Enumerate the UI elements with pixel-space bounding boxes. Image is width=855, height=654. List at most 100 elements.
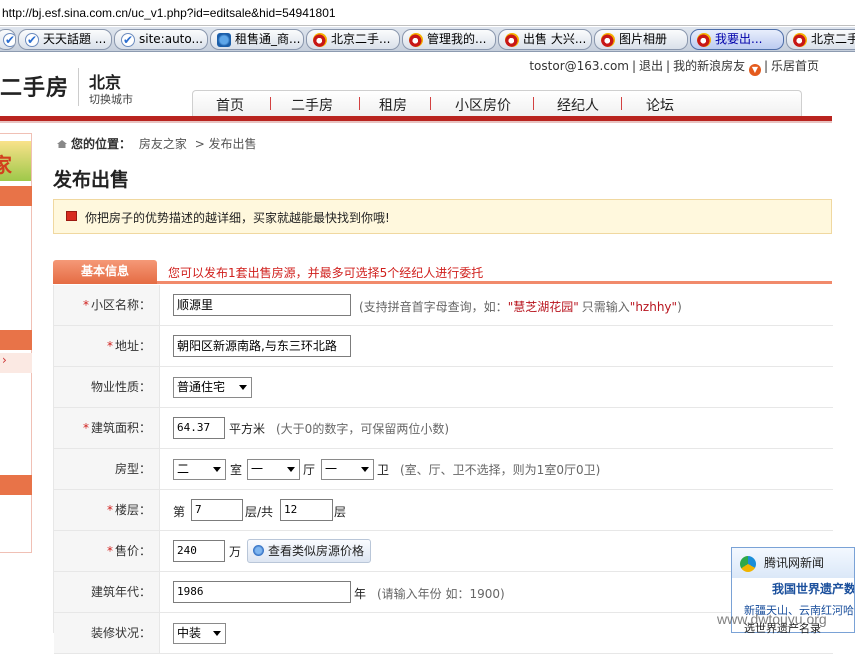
floor-prefix: 第 (173, 505, 186, 519)
popup-headline[interactable]: 我国世界遗产数 (732, 580, 854, 597)
browser-tab-label: 租售通_商... (235, 32, 301, 46)
nav-second-hand[interactable]: 二手房 (291, 95, 333, 115)
browser-tab-9[interactable]: 北京二手... (786, 29, 855, 50)
chevron-down-icon: ▼ (748, 64, 761, 76)
browser-tab-6[interactable]: 出售 大兴... (498, 29, 592, 50)
address-input[interactable]: 朝阳区新源南路,与东三环北路 (173, 335, 351, 357)
tencent-news-icon (740, 556, 756, 572)
community-label-text: 小区名称： (90, 298, 151, 312)
browser-tab-3[interactable]: 租售通_商... (210, 29, 304, 50)
browser-tab-label: 管理我的... (427, 32, 487, 46)
community-input[interactable]: 顺源里 (173, 294, 351, 316)
nav-home[interactable]: 首页 (216, 95, 244, 115)
rooms-select[interactable]: 二 (173, 459, 226, 480)
total-floors-input[interactable]: 12 (280, 499, 333, 521)
nav-agents[interactable]: 经纪人 (557, 95, 599, 115)
dropdown-arrow-icon (213, 631, 221, 636)
site-brand[interactable]: 二手房 (0, 70, 69, 102)
property-type-select[interactable]: 普通住宅 (173, 377, 252, 398)
area-label-text: 建筑面积： (90, 421, 151, 435)
nav-forum[interactable]: 论坛 (646, 95, 674, 115)
decoration-value: 中装 (177, 626, 202, 640)
my-sina-label: 我的新浪房友 (673, 59, 746, 73)
form-row-address: * 地址： 朝阳区新源南路,与东三环北路 (54, 326, 833, 367)
dropdown-arrow-icon (239, 385, 247, 390)
halls-select[interactable]: 一 (247, 459, 300, 480)
baths-unit: 卫 (377, 463, 390, 477)
layout-label: 房型： (54, 449, 160, 489)
browser-tab-label: 北京二手... (811, 32, 855, 46)
nav-community-prices[interactable]: 小区房价 (455, 95, 511, 115)
community-hint-mid: 只需输入 (581, 300, 630, 314)
floor-label: * 楼层： (54, 490, 160, 530)
check-icon (25, 31, 39, 49)
rooms-unit: 室 (230, 463, 243, 477)
community-hint-example: "慧芝湖花园" (507, 300, 579, 314)
nav-separator (533, 97, 534, 110)
price-unit: 万 (229, 545, 242, 559)
sina-icon (409, 33, 423, 47)
user-email[interactable]: tostor@163.com (529, 59, 629, 73)
nav-separator (430, 97, 431, 110)
sidebar-section-header (0, 475, 32, 495)
nav-rent[interactable]: 租房 (379, 95, 407, 115)
breadcrumb-link-home[interactable]: 房友之家 (139, 137, 187, 151)
area-label: * 建筑面积： (54, 408, 160, 448)
nav-separator (621, 97, 622, 110)
city-name: 北京 (89, 73, 122, 92)
breadcrumb: 您的位置： 房友之家 > 发布出售 (57, 135, 257, 152)
baths-value: 一 (325, 462, 338, 476)
sidebar-item-selected[interactable]: › (0, 353, 32, 373)
floor-input[interactable]: 7 (191, 499, 243, 521)
watermark: www.dwtouyu.org (717, 611, 827, 627)
browser-tab-label: 图片相册 (619, 32, 668, 46)
nav-separator (270, 97, 271, 110)
browser-tab-7[interactable]: 图片相册 (594, 29, 688, 50)
header-divider (78, 68, 79, 106)
browser-tab-8[interactable]: 我要出... (690, 29, 784, 50)
form-row-property-type: 物业性质： 普通住宅 (54, 367, 833, 408)
sidebar-banner[interactable]: 家 (0, 141, 31, 181)
area-unit: 平方米 (229, 422, 266, 436)
city-switch-link[interactable]: 切换城市 (89, 91, 133, 107)
price-input[interactable]: 240 (173, 540, 225, 562)
area-input[interactable]: 64.37 (173, 417, 225, 439)
year-input[interactable]: 1986 (173, 581, 351, 603)
my-sina-link[interactable]: 我的新浪房友 ▼ (673, 59, 761, 76)
sidebar-section-header (0, 330, 32, 350)
decoration-select[interactable]: 中装 (173, 623, 226, 644)
halls-unit: 厅 (303, 463, 316, 477)
community-label: * 小区名称： (54, 285, 160, 325)
floor-unit: 层 (334, 505, 347, 519)
form-row-year: 建筑年代： 1986 年 (请输入年份 如：1900) (54, 572, 833, 613)
popup-header: 腾讯网新闻 (732, 548, 854, 578)
section-note: 您可以发布1套出售房源，并最多可选择5个经纪人进行委托 (168, 266, 484, 280)
form-row-community: * 小区名称： 顺源里 (支持拼音首字母查询，如："慧芝湖花园" 只需输入"hzhh… (54, 285, 833, 326)
browser-tab-1[interactable]: 天天話題 ... (18, 29, 112, 50)
community-hint-code: "hzhhy" (629, 300, 678, 314)
address-label-text: 地址： (114, 339, 151, 353)
address-label: * 地址： (54, 326, 160, 366)
browser-tab-label: 北京二手... (331, 32, 391, 46)
compare-price-label: 查看类似房源价格 (268, 544, 365, 558)
tip-text: 你把房子的优势描述的越详细，买家就越能最快找到你哦! (85, 211, 390, 225)
address-bar[interactable]: http://bj.esf.sina.com.cn/uc_v1.php?id=e… (0, 0, 855, 26)
browser-tab-2[interactable]: site:auto... (114, 29, 208, 50)
compare-price-button[interactable]: 查看类似房源价格 (247, 539, 372, 563)
floor-label-text: 楼层： (114, 503, 151, 517)
breadcrumb-current: > 发布出售 (194, 137, 257, 151)
section-header: 基本信息 您可以发布1套出售房源，并最多可选择5个经纪人进行委托 (53, 260, 832, 284)
sina-icon (601, 33, 615, 47)
browser-tab-4[interactable]: 北京二手... (306, 29, 400, 50)
baths-select[interactable]: 一 (321, 459, 374, 480)
breadcrumb-label: 您的位置： (71, 137, 132, 151)
browser-tab-0[interactable] (0, 29, 16, 50)
area-hint: (大于0的数字，可保留两位小数) (276, 422, 449, 436)
browser-tab-5[interactable]: 管理我的... (402, 29, 496, 50)
price-label-text: 售价： (114, 544, 151, 558)
logout-link[interactable]: 退出 (639, 59, 663, 73)
lejv-home-link[interactable]: 乐居首页 (771, 59, 819, 73)
decoration-label: 装修状况： (54, 613, 160, 653)
sina-icon (697, 33, 711, 47)
sina-icon (313, 33, 327, 47)
